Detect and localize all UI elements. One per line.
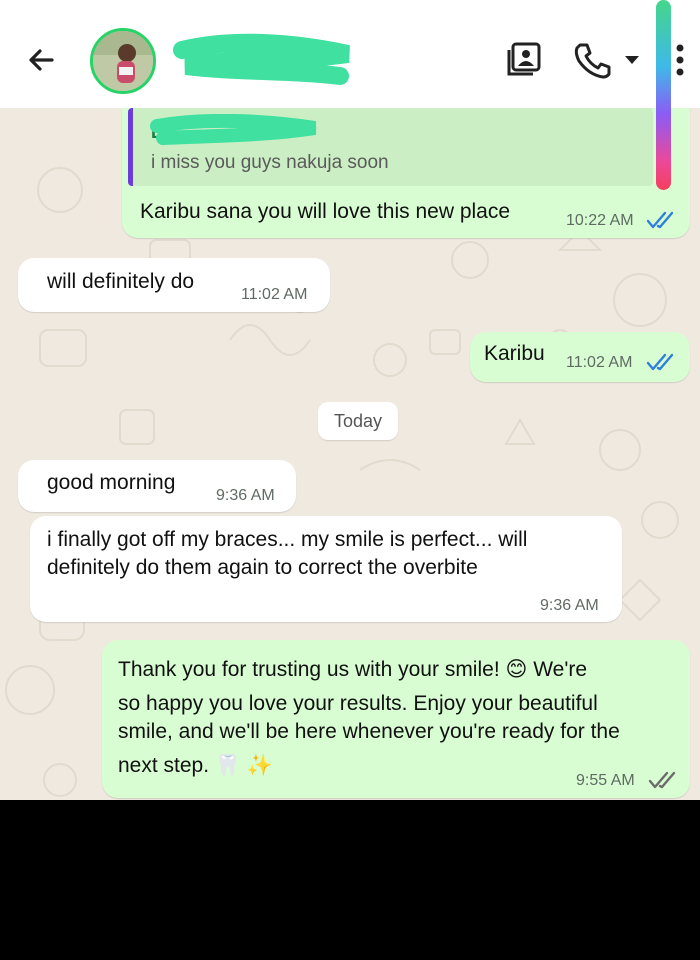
message-text: Karibu [484, 342, 545, 365]
message-text-line: i finally got off my braces... my smile … [47, 528, 528, 551]
quoted-text: i miss you guys nakuja soon [151, 152, 389, 173]
avatar[interactable] [90, 28, 156, 94]
message-time: 10:22 AM [566, 212, 634, 229]
day-divider: Today [318, 402, 398, 440]
redaction-mark [173, 33, 350, 85]
redaction-mark [150, 114, 317, 145]
read-ticks-icon [646, 353, 674, 371]
chat-header [0, 0, 700, 108]
chat-screen: Ly... i miss you guys nakuja soon Karibu… [0, 0, 700, 800]
message-time: 9:55 AM [576, 772, 635, 789]
message-text-line: smile, and we'll be here whenever you're… [118, 720, 620, 743]
message-text-line: so happy you love your results. Enjoy yo… [118, 692, 598, 715]
more-options-icon[interactable] [672, 40, 688, 80]
message-time: 9:36 AM [540, 597, 599, 614]
scroll-indicator[interactable] [656, 0, 671, 190]
message-time: 9:36 AM [216, 487, 275, 504]
blank-area [0, 800, 700, 960]
message-text-line: next step. 🦷 ✨ [118, 754, 274, 777]
phone-icon[interactable] [570, 38, 612, 80]
contact-card-icon[interactable] [503, 38, 545, 80]
avatar-image [93, 31, 153, 91]
message-text-line: Thank you for trusting us with your smil… [118, 658, 588, 681]
message-text-line: definitely do them again to correct the … [47, 556, 478, 579]
message-text: Karibu sana you will love this new place [140, 200, 511, 223]
quoted-message[interactable]: Ly... i miss you guys nakuja soon [128, 108, 653, 186]
message-time: 11:02 AM [566, 354, 633, 371]
message-time: 11:02 AM [241, 286, 308, 303]
back-arrow-icon[interactable] [22, 40, 62, 80]
delivered-ticks-icon [648, 771, 676, 789]
dropdown-icon[interactable] [622, 50, 642, 70]
message-text: good morning [47, 471, 176, 494]
message-text: will definitely do [47, 270, 195, 293]
read-ticks-icon [646, 211, 674, 229]
